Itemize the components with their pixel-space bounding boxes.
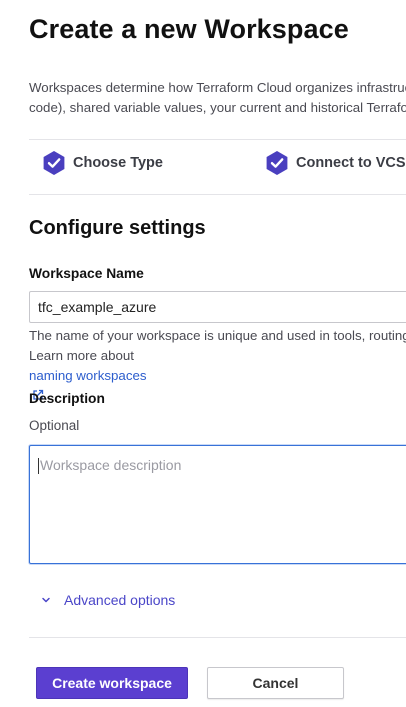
- workspace-name-label: Workspace Name: [29, 266, 144, 281]
- divider: [29, 139, 406, 140]
- chevron-down-icon: [42, 597, 50, 603]
- step-connect-vcs: Connect to VCS: [264, 150, 406, 176]
- step-label: Choose Type: [73, 155, 163, 171]
- workspace-name-input[interactable]: tfc_example_azure: [29, 291, 406, 323]
- description-textarea[interactable]: Workspace description: [29, 445, 406, 564]
- intro-line: code), shared variable values, your curr…: [29, 100, 406, 115]
- intro-text: Workspaces determine how Terraform Cloud…: [29, 78, 406, 118]
- section-title: Configure settings: [29, 217, 206, 239]
- help-prefix: Learn more about: [29, 348, 134, 363]
- step-label: Connect to VCS: [296, 155, 406, 171]
- advanced-options-toggle[interactable]: Advanced options: [40, 592, 175, 608]
- description-label: Description: [29, 391, 105, 406]
- advanced-options-label: Advanced options: [64, 592, 176, 608]
- page-title: Create a new Workspace: [29, 14, 349, 44]
- progress-steps: Choose Type Connect to VCS: [29, 150, 406, 184]
- check-badge-icon: [266, 151, 288, 175]
- naming-workspaces-link-label: naming workspaces: [29, 368, 147, 383]
- description-placeholder: Workspace description: [40, 457, 182, 473]
- text-caret: [38, 458, 39, 474]
- step-choose-type: Choose Type: [41, 150, 163, 176]
- optional-hint: Optional: [29, 418, 80, 433]
- create-workspace-button[interactable]: Create workspace: [36, 667, 188, 699]
- intro-line: Workspaces determine how Terraform Cloud…: [29, 80, 406, 95]
- check-badge-icon: [43, 151, 65, 175]
- cancel-button[interactable]: Cancel: [207, 667, 344, 699]
- divider: [29, 194, 406, 195]
- help-line: The name of your workspace is unique and…: [29, 328, 406, 343]
- divider: [29, 637, 406, 638]
